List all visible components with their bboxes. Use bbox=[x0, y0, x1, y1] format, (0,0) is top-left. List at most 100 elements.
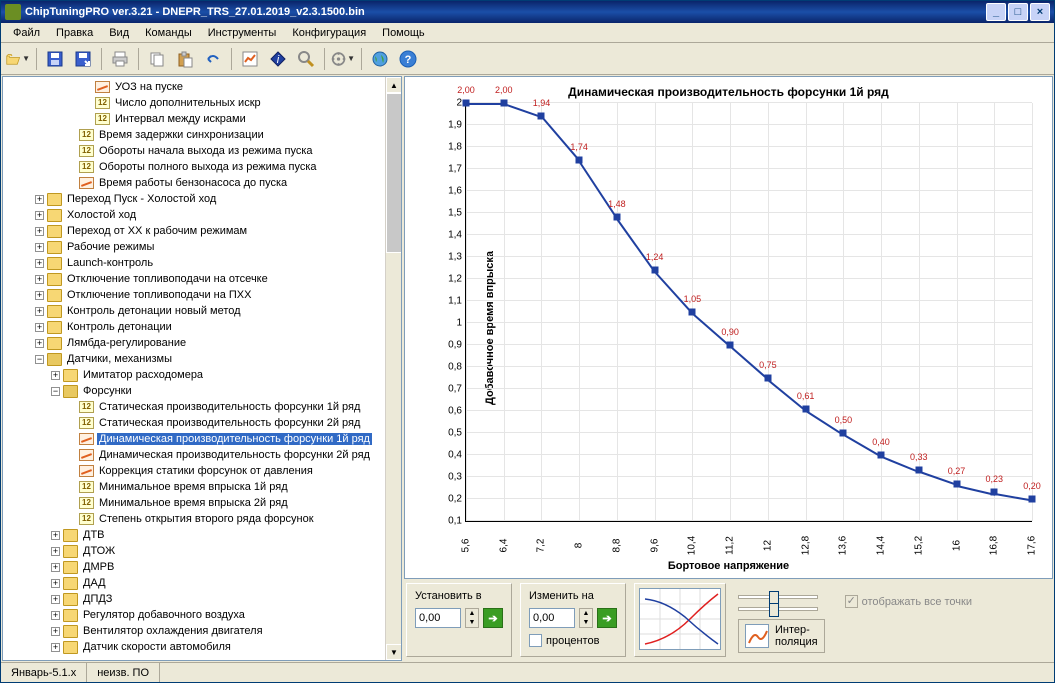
tree-item[interactable]: +Переход Пуск - Холостой ход bbox=[3, 191, 401, 207]
expander-icon[interactable]: + bbox=[51, 531, 60, 540]
tree-item[interactable]: 12Время задержки синхронизации bbox=[3, 127, 401, 143]
data-point[interactable] bbox=[953, 480, 960, 487]
menu-Помощь[interactable]: Помощь bbox=[374, 25, 433, 41]
tree-item[interactable]: +Холостой ход bbox=[3, 207, 401, 223]
change-apply-button[interactable]: ➔ bbox=[597, 608, 617, 628]
data-point[interactable] bbox=[915, 467, 922, 474]
slider-2[interactable] bbox=[738, 607, 818, 611]
tree-item[interactable]: 12Обороты начала выхода из режима пуска bbox=[3, 143, 401, 159]
tree-item[interactable]: 12Статическая производительность форсунк… bbox=[3, 399, 401, 415]
menu-Инструменты[interactable]: Инструменты bbox=[200, 25, 285, 41]
expander-icon[interactable]: + bbox=[35, 307, 44, 316]
set-value-input[interactable] bbox=[415, 608, 461, 628]
info-button[interactable]: i bbox=[265, 46, 291, 72]
open-button[interactable]: ▼ bbox=[5, 46, 31, 72]
scrollbar[interactable]: ▲ ▼ bbox=[385, 77, 401, 660]
set-spinner[interactable]: ▲▼ bbox=[465, 608, 479, 628]
menu-Команды[interactable]: Команды bbox=[137, 25, 200, 41]
data-point[interactable] bbox=[764, 375, 771, 382]
tree-item[interactable]: УОЗ на пуске bbox=[3, 79, 401, 95]
chart-button[interactable] bbox=[237, 46, 263, 72]
change-value-input[interactable] bbox=[529, 608, 575, 628]
minimize-button[interactable]: _ bbox=[986, 3, 1006, 21]
help-button[interactable]: ? bbox=[395, 46, 421, 72]
data-point[interactable] bbox=[613, 214, 620, 221]
tree-item[interactable]: 12Интервал между искрами bbox=[3, 111, 401, 127]
tree-item[interactable]: +ДТОЖ bbox=[3, 543, 401, 559]
expander-icon[interactable]: + bbox=[35, 195, 44, 204]
close-button[interactable]: × bbox=[1030, 3, 1050, 21]
expander-icon[interactable]: + bbox=[51, 579, 60, 588]
tree-item[interactable]: +ДТВ bbox=[3, 527, 401, 543]
tree-item[interactable]: +Контроль детонации bbox=[3, 319, 401, 335]
data-point[interactable] bbox=[1029, 496, 1036, 503]
menu-Правка[interactable]: Правка bbox=[48, 25, 101, 41]
tree-item[interactable]: +Рабочие режимы bbox=[3, 239, 401, 255]
percent-checkbox[interactable] bbox=[529, 634, 542, 647]
tree-item[interactable]: 12Число дополнительных искр bbox=[3, 95, 401, 111]
expander-icon[interactable]: + bbox=[51, 643, 60, 652]
data-point[interactable] bbox=[576, 157, 583, 164]
tree-item[interactable]: +Регулятор добавочного воздуха bbox=[3, 607, 401, 623]
menu-Вид[interactable]: Вид bbox=[101, 25, 137, 41]
settings-button[interactable]: ▼ bbox=[330, 46, 356, 72]
data-point[interactable] bbox=[840, 430, 847, 437]
tree-item[interactable]: +Переход от ХХ к рабочим режимам bbox=[3, 223, 401, 239]
expander-icon[interactable]: + bbox=[51, 627, 60, 636]
tree-item[interactable]: +Отключение топливоподачи на отсечке bbox=[3, 271, 401, 287]
tree-item[interactable]: 12Статическая производительность форсунк… bbox=[3, 415, 401, 431]
tree-item[interactable]: +Контроль детонации новый метод bbox=[3, 303, 401, 319]
menu-Конфигурация[interactable]: Конфигурация bbox=[284, 25, 374, 41]
tree-item[interactable]: 12Минимальное время впрыска 1й ряд bbox=[3, 479, 401, 495]
tree-item[interactable]: +Датчик скорости автомобиля bbox=[3, 639, 401, 655]
tree-item[interactable]: −Форсунки bbox=[3, 383, 401, 399]
tree-item[interactable]: 12Минимальное время впрыска 2й ряд bbox=[3, 495, 401, 511]
expander-icon[interactable]: + bbox=[51, 371, 60, 380]
interpolation-button[interactable]: Интер- поляция bbox=[738, 619, 825, 653]
expander-icon[interactable]: − bbox=[35, 355, 44, 364]
expander-icon[interactable]: + bbox=[35, 323, 44, 332]
data-point[interactable] bbox=[727, 342, 734, 349]
print-button[interactable] bbox=[107, 46, 133, 72]
data-point[interactable] bbox=[802, 405, 809, 412]
expander-icon[interactable]: + bbox=[35, 243, 44, 252]
data-point[interactable] bbox=[878, 452, 885, 459]
expander-icon[interactable]: + bbox=[51, 547, 60, 556]
tree-item[interactable]: Время работы бензонасоса до пуска bbox=[3, 175, 401, 191]
maximize-button[interactable]: □ bbox=[1008, 3, 1028, 21]
data-point[interactable] bbox=[689, 309, 696, 316]
tree-item[interactable]: +Лямбда-регулирование bbox=[3, 335, 401, 351]
tree-item[interactable]: +Вентилятор охлаждения двигателя bbox=[3, 623, 401, 639]
data-point[interactable] bbox=[991, 489, 998, 496]
menu-Файл[interactable]: Файл bbox=[5, 25, 48, 41]
copy-button[interactable] bbox=[144, 46, 170, 72]
search-button[interactable] bbox=[293, 46, 319, 72]
expander-icon[interactable]: + bbox=[35, 211, 44, 220]
undo-button[interactable] bbox=[200, 46, 226, 72]
expander-icon[interactable]: + bbox=[35, 275, 44, 284]
tree-item[interactable]: Коррекция статики форсунок от давления bbox=[3, 463, 401, 479]
expander-icon[interactable]: + bbox=[35, 259, 44, 268]
data-point[interactable] bbox=[500, 100, 507, 107]
tree-item[interactable]: Динамическая производительность форсунки… bbox=[3, 447, 401, 463]
tree-item[interactable]: −Датчики, механизмы bbox=[3, 351, 401, 367]
expander-icon[interactable]: + bbox=[35, 227, 44, 236]
data-point[interactable] bbox=[651, 267, 658, 274]
expander-icon[interactable]: + bbox=[51, 595, 60, 604]
tree-item[interactable]: 12Обороты полного выхода из режима пуска bbox=[3, 159, 401, 175]
save-as-button[interactable] bbox=[70, 46, 96, 72]
paste-button[interactable] bbox=[172, 46, 198, 72]
expander-icon[interactable]: + bbox=[35, 339, 44, 348]
globe-button[interactable] bbox=[367, 46, 393, 72]
slider-1[interactable] bbox=[738, 595, 818, 599]
expander-icon[interactable]: − bbox=[51, 387, 60, 396]
tree-item[interactable]: +ДПДЗ bbox=[3, 591, 401, 607]
tree-item[interactable]: Динамическая производительность форсунки… bbox=[3, 431, 401, 447]
save-button[interactable] bbox=[42, 46, 68, 72]
data-point[interactable] bbox=[463, 100, 470, 107]
expander-icon[interactable]: + bbox=[51, 563, 60, 572]
set-apply-button[interactable]: ➔ bbox=[483, 608, 503, 628]
change-spinner[interactable]: ▲▼ bbox=[579, 608, 593, 628]
tree-item[interactable]: +Имитатор расходомера bbox=[3, 367, 401, 383]
tree-item[interactable]: +Launch-контроль bbox=[3, 255, 401, 271]
